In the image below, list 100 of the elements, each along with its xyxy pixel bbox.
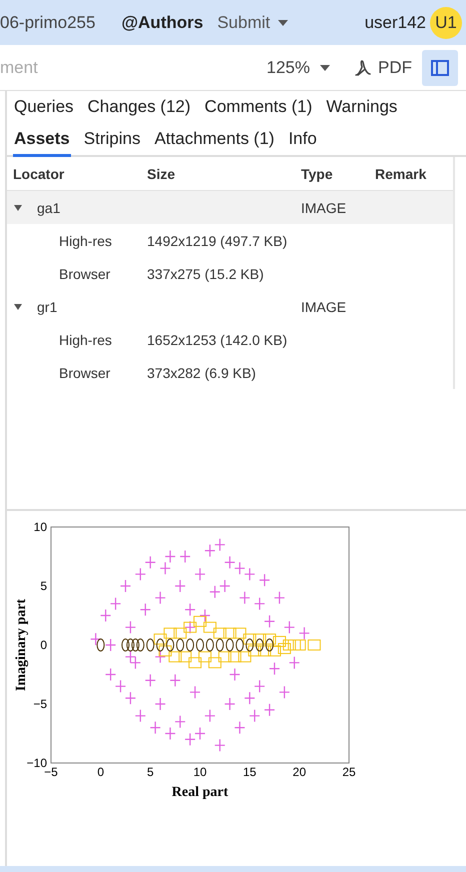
point	[253, 634, 266, 645]
point	[204, 544, 216, 558]
zoom-dropdown[interactable]: 125%	[266, 58, 330, 78]
x-axis-title: Real part	[172, 785, 228, 800]
tab[interactable]: Changes (12)	[86, 91, 192, 125]
point	[204, 709, 216, 722]
point	[154, 634, 167, 645]
point	[284, 620, 295, 634]
tab[interactable]: Attachments (1)	[153, 123, 276, 157]
locator-cell: Browser	[59, 266, 110, 282]
pdf-button[interactable]: PDF	[354, 58, 412, 78]
point	[105, 668, 116, 682]
point	[213, 628, 226, 639]
tab[interactable]: Assets	[13, 123, 71, 157]
tab[interactable]: Queries	[13, 91, 75, 125]
point	[239, 591, 250, 604]
point	[264, 703, 276, 716]
x-tick-label: 20	[292, 765, 306, 779]
point	[178, 651, 192, 662]
column-header: Size	[147, 166, 176, 182]
point	[124, 620, 136, 634]
point	[194, 568, 206, 581]
point	[168, 651, 182, 662]
x-tick-label: 10	[193, 765, 207, 779]
y-tick-label: −10	[26, 756, 47, 770]
y-axis-title: Imaginary part	[14, 598, 29, 692]
point	[100, 608, 112, 622]
point	[184, 603, 196, 616]
tab[interactable]: Comments (1)	[204, 91, 314, 125]
point	[194, 726, 206, 740]
point	[254, 597, 266, 610]
point	[144, 556, 156, 569]
point	[234, 562, 246, 575]
y-tick-label: 5	[40, 579, 47, 593]
locator-cell: High-res	[59, 332, 112, 348]
point	[258, 645, 272, 656]
point	[218, 651, 232, 662]
tab[interactable]: Info	[287, 123, 318, 157]
locator-cell: High-res	[59, 232, 112, 248]
point	[194, 616, 206, 627]
point	[268, 662, 280, 676]
point	[244, 692, 256, 705]
point	[180, 550, 191, 564]
point	[105, 638, 116, 652]
point	[248, 645, 262, 656]
point	[154, 591, 166, 604]
point	[233, 628, 246, 639]
point	[274, 591, 286, 604]
type-cell-text: IMAGE	[301, 298, 348, 314]
point	[292, 640, 306, 650]
point	[189, 686, 201, 699]
point	[158, 645, 172, 656]
tab[interactable]: Warnings	[325, 91, 398, 125]
point	[209, 585, 220, 598]
point	[263, 634, 276, 645]
tab[interactable]: Stripins	[82, 123, 142, 157]
point	[164, 628, 177, 639]
point	[238, 651, 252, 662]
point	[174, 579, 186, 593]
locator-cell: Browser	[59, 364, 110, 380]
point	[174, 715, 186, 728]
point	[243, 634, 256, 645]
point	[174, 628, 187, 639]
point	[110, 597, 122, 610]
point	[234, 721, 246, 734]
point	[249, 709, 260, 722]
point	[184, 732, 196, 746]
point	[124, 650, 136, 664]
locator-cell: gr1	[37, 298, 58, 314]
column-header: Type	[301, 166, 333, 182]
x-tick-label: 15	[242, 765, 256, 779]
x-tick-label: 0	[97, 765, 104, 779]
user-avatar[interactable]: U1	[430, 6, 462, 38]
user-name: user142	[364, 12, 426, 32]
point	[223, 628, 236, 639]
point	[214, 538, 226, 552]
role-label: @Authors	[121, 12, 204, 32]
y-tick-label: −5	[33, 697, 47, 711]
point	[120, 579, 132, 593]
point	[278, 686, 290, 699]
point	[150, 721, 161, 734]
y-tick-label: 0	[40, 638, 47, 652]
point	[90, 632, 102, 646]
selected-row[interactable]: ga1 IMAGE	[7, 191, 453, 224]
submit-button[interactable]: Submit	[217, 12, 288, 32]
point	[282, 640, 296, 650]
size-cell-text: 1492x1219 (497.7 KB)	[147, 232, 288, 248]
point	[224, 556, 236, 569]
y-tick-label: 10	[34, 520, 47, 534]
type-cell-text: IMAGE	[301, 200, 348, 216]
x-tick-label: 25	[342, 765, 356, 779]
point	[298, 626, 310, 640]
size-cell-text: 1652x1253 (142.0 KB)	[147, 332, 288, 348]
point	[164, 550, 176, 564]
point	[170, 674, 181, 687]
point	[208, 657, 222, 668]
point	[268, 645, 281, 656]
point	[214, 738, 226, 752]
point	[160, 562, 171, 575]
point	[134, 568, 146, 581]
